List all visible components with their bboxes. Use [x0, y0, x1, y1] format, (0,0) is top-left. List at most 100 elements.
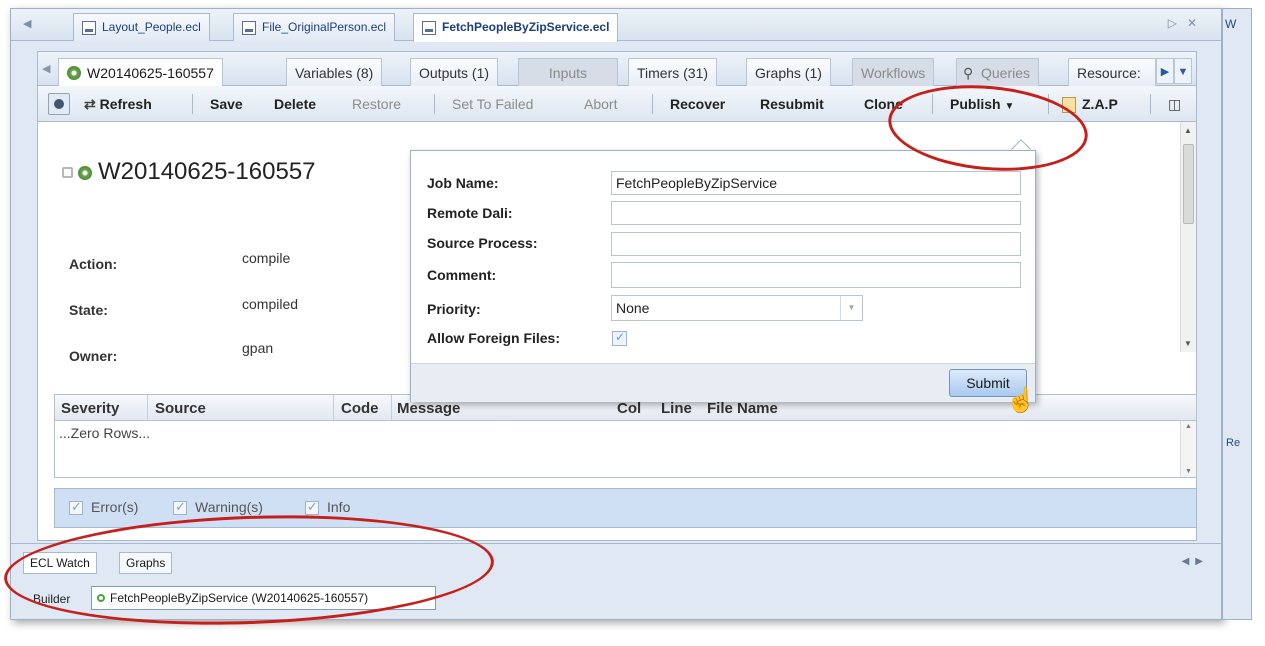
tab-label: Outputs (1) — [419, 65, 490, 81]
action-value: compile — [242, 250, 291, 266]
summary-scrollbar[interactable]: ▲ ▼ — [1180, 122, 1196, 352]
warnings-checkbox[interactable] — [173, 499, 187, 515]
tab-label: Graphs (1) — [755, 65, 822, 81]
set-to-failed-button[interactable]: Set To Failed — [452, 96, 533, 112]
tab-list-icon[interactable]: ▷ — [1168, 16, 1187, 30]
column-line[interactable]: Line — [661, 400, 692, 417]
tab-variables[interactable]: Variables (8) — [286, 58, 383, 86]
hand-pointer-icon: ☝ — [1006, 387, 1036, 414]
scroll-up-icon[interactable]: ▲ — [1185, 423, 1192, 430]
errors-label: Error(s) — [91, 499, 139, 515]
tab-scroll-right-icon[interactable]: ▶ — [1156, 58, 1174, 84]
remote-dali-input[interactable] — [611, 201, 1021, 225]
tab-label: Resource: — [1077, 65, 1141, 81]
priority-value: None — [616, 300, 650, 316]
editor-tab-label: FetchPeopleByZipService.ecl — [442, 20, 610, 34]
workunit-gear-icon — [67, 66, 81, 80]
chevron-down-icon[interactable]: ▼ — [840, 296, 862, 320]
toolbar-divider — [434, 94, 435, 114]
column-divider — [147, 395, 148, 421]
view-nav-arrows: ◀▶ — [1182, 556, 1209, 567]
column-divider — [333, 395, 334, 421]
allow-foreign-files-checkbox[interactable] — [612, 330, 627, 346]
tab-inputs[interactable]: Inputs — [518, 58, 618, 86]
info-checkbox[interactable] — [305, 499, 319, 515]
comment-input[interactable] — [611, 262, 1021, 288]
save-button[interactable]: Save — [210, 96, 243, 112]
grid-scrollbar[interactable]: ▲ ▼ — [1180, 421, 1196, 477]
tab-workflows[interactable]: Workflows — [852, 58, 935, 86]
refresh-icon: ⇄ — [84, 96, 96, 112]
restore-button[interactable]: Restore — [352, 96, 401, 112]
toolbar-divider — [1150, 94, 1151, 114]
scrollbar-thumb[interactable] — [1183, 144, 1194, 224]
priority-label: Priority: — [427, 301, 481, 317]
editor-tab-fetchpeoplebyzipservice[interactable]: FetchPeopleByZipService.ecl — [413, 13, 619, 42]
editor-tab-controls: ▷✕ — [1168, 16, 1207, 30]
scroll-down-icon[interactable]: ▼ — [1184, 339, 1192, 348]
tab-timers[interactable]: Timers (31) — [628, 58, 718, 86]
column-message[interactable]: Message — [397, 400, 460, 417]
delete-button[interactable]: Delete — [274, 96, 316, 112]
errors-checkbox[interactable] — [69, 499, 83, 515]
editor-tab-bar: ◀ Layout_People.ecl File_OriginalPerson.… — [11, 9, 1221, 42]
tab-scroll-left-icon[interactable]: ◀ — [23, 17, 31, 30]
job-name-label: Job Name: — [427, 175, 499, 191]
toolbar-divider — [652, 94, 653, 114]
zap-label: Z.A.P — [1082, 96, 1118, 112]
warnings-label: Warning(s) — [195, 499, 263, 515]
tab-workunit-summary[interactable]: W20140625-160557 — [58, 58, 223, 87]
refresh-label: Refresh — [99, 96, 152, 112]
column-col[interactable]: Col — [617, 400, 641, 417]
maximize-icon[interactable]: ◫ — [1168, 96, 1181, 113]
close-icon[interactable]: ✕ — [1187, 16, 1207, 30]
workunit-id-title: W20140625-160557 — [98, 158, 316, 185]
ecl-file-icon — [242, 21, 256, 35]
settings-gear-icon[interactable] — [48, 93, 70, 115]
abort-button[interactable]: Abort — [584, 96, 617, 112]
editor-tab-layout-people[interactable]: Layout_People.ecl — [73, 13, 210, 41]
tab-overflow-controls: ▶ ▼ — [1156, 58, 1196, 86]
refresh-button[interactable]: ⇄ Refresh — [84, 96, 152, 113]
remote-dali-label: Remote Dali: — [427, 205, 513, 221]
column-severity[interactable]: Severity — [61, 400, 119, 417]
tab-outputs[interactable]: Outputs (1) — [410, 58, 499, 86]
dialog-footer: Submit — [411, 363, 1035, 402]
column-divider — [391, 395, 392, 421]
owner-value: gpan — [242, 340, 274, 356]
tab-menu-chevron-down-icon[interactable]: ▼ — [1174, 58, 1192, 84]
tab-graphs[interactable]: Graphs (1) — [746, 58, 831, 86]
source-process-label: Source Process: — [427, 235, 538, 251]
workunit-tab-bar: ◀ W20140625-160557 Variables (8) Outputs… — [38, 52, 1196, 87]
recover-button[interactable]: Recover — [670, 96, 725, 112]
column-source[interactable]: Source — [155, 400, 206, 417]
tab-resources[interactable]: Resource: — [1068, 58, 1156, 86]
side-view-label: Re — [1226, 437, 1241, 449]
job-name-input[interactable]: FetchPeopleByZipService — [611, 171, 1021, 195]
tab-label: W20140625-160557 — [87, 65, 214, 81]
ecl-file-icon — [422, 21, 436, 35]
info-label: Info — [327, 499, 351, 515]
tab-queries[interactable]: ⚲ Queries — [956, 58, 1040, 86]
ecl-file-icon — [82, 21, 96, 35]
resubmit-button[interactable]: Resubmit — [760, 96, 824, 112]
scroll-down-icon[interactable]: ▼ — [1185, 468, 1192, 475]
tab-label: Inputs — [548, 65, 588, 81]
column-file-name[interactable]: File Name — [707, 400, 778, 417]
side-view-tab[interactable]: W — [1225, 17, 1236, 31]
nav-right-icon[interactable]: ▶ — [1195, 556, 1209, 567]
source-process-input[interactable] — [611, 232, 1021, 256]
tab-label: Queries — [981, 65, 1031, 81]
grid-empty-message: ...Zero Rows... — [59, 425, 151, 441]
column-code[interactable]: Code — [341, 400, 379, 417]
tab-label: Workflows — [861, 65, 926, 81]
state-value: compiled — [242, 296, 299, 312]
state-label: State: — [69, 302, 108, 318]
editor-tab-label: Layout_People.ecl — [102, 20, 201, 34]
priority-select[interactable]: None ▼ — [611, 295, 863, 321]
tab-scroll-left-icon[interactable]: ◀ — [42, 62, 50, 75]
lock-icon — [62, 167, 73, 178]
editor-tab-file-originalperson[interactable]: File_OriginalPerson.ecl — [233, 13, 396, 41]
nav-left-icon[interactable]: ◀ — [1182, 556, 1196, 567]
scroll-up-icon[interactable]: ▲ — [1184, 126, 1192, 135]
